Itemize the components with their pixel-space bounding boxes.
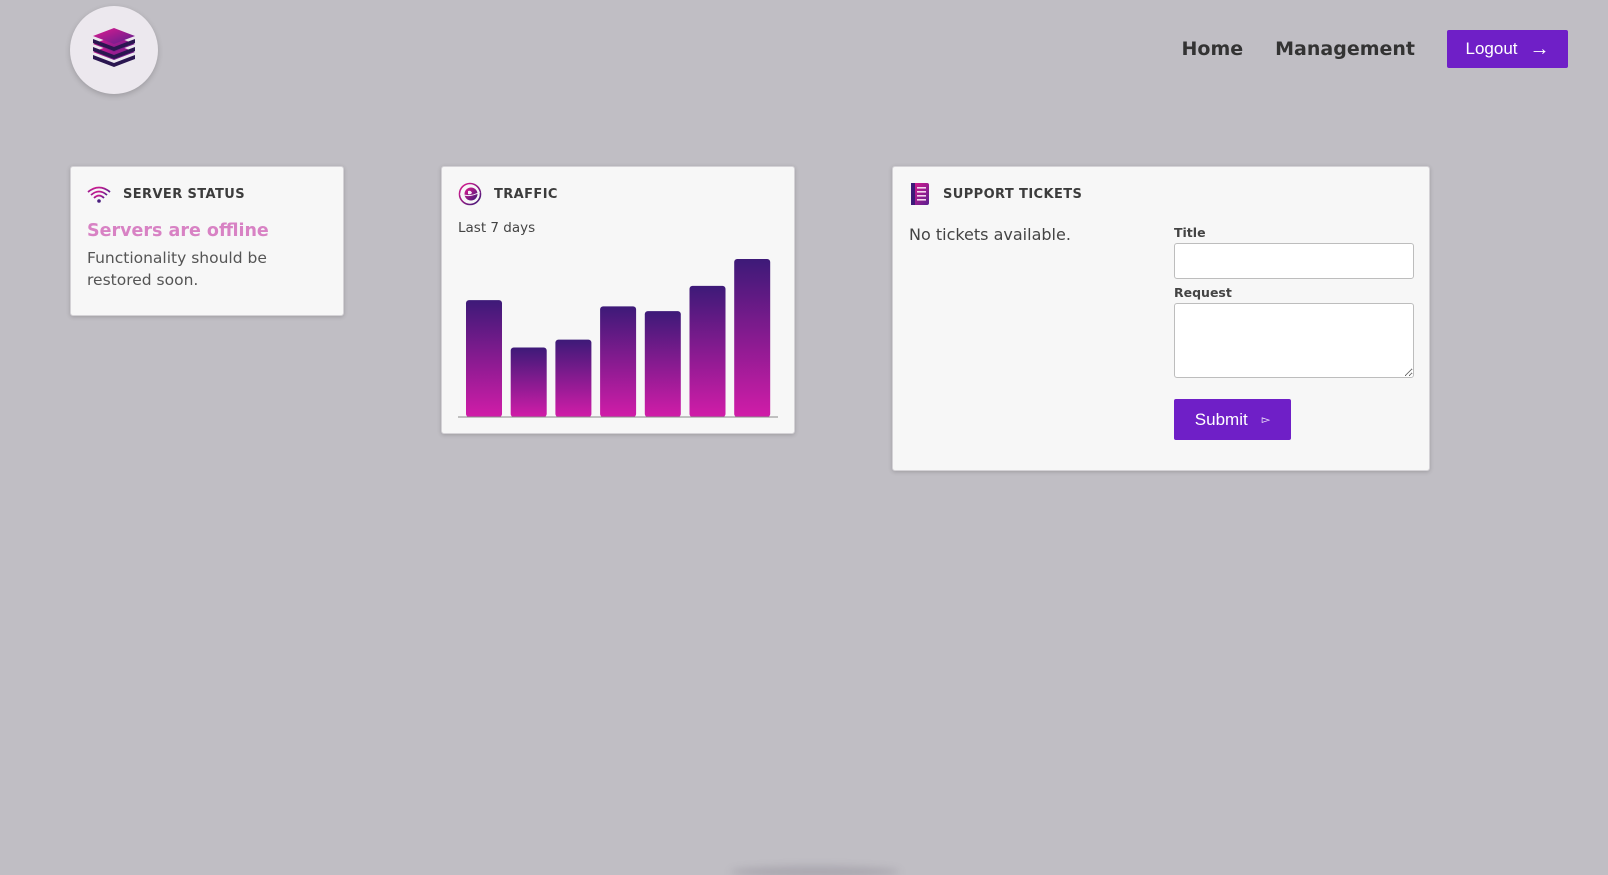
notebook-icon: [911, 183, 929, 205]
footer-shadow: [730, 866, 900, 875]
request-textarea[interactable]: [1174, 303, 1414, 378]
traffic-card: TRAFFIC Last 7 days: [441, 166, 795, 434]
traffic-bar-4: [600, 306, 637, 417]
send-icon: ▻: [1261, 414, 1271, 426]
server-status-headline: Servers are offline: [87, 221, 269, 241]
ticket-form: Title Request Submit ▻: [1174, 225, 1414, 440]
title-label: Title: [1174, 225, 1206, 240]
server-status-card: SERVER STATUS Servers are offline Functi…: [70, 166, 344, 316]
traffic-bar-1: [466, 300, 502, 417]
wifi-icon: [87, 186, 111, 203]
arrow-right-icon: →: [1529, 38, 1550, 60]
traffic-bar-5: [644, 311, 681, 417]
submit-button[interactable]: Submit ▻: [1174, 399, 1291, 440]
nav-management-link[interactable]: Management: [1275, 30, 1415, 68]
traffic-bar-2: [510, 347, 547, 417]
top-nav: Home Management Logout →: [1182, 30, 1568, 68]
traffic-title: TRAFFIC: [494, 186, 558, 202]
submit-label: Submit: [1194, 409, 1248, 429]
traffic-bar-6: [689, 285, 726, 417]
server-status-message: Functionality should be restored soon.: [87, 249, 267, 289]
server-status-title: SERVER STATUS: [123, 186, 245, 202]
logo[interactable]: [70, 6, 158, 94]
globe-icon: [458, 182, 482, 206]
traffic-bar-3: [555, 339, 592, 417]
logout-label: Logout: [1465, 39, 1518, 58]
traffic-period-label: Last 7 days: [458, 220, 536, 236]
empty-tickets-message: No tickets available.: [909, 225, 1071, 244]
traffic-bar-chart: [458, 259, 778, 418]
logout-button[interactable]: Logout →: [1447, 30, 1568, 68]
support-tickets-card: SUPPORT TICKETS No tickets available. Ti…: [892, 166, 1430, 471]
support-tickets-title: SUPPORT TICKETS: [943, 186, 1083, 202]
layer-stack-icon: [93, 28, 135, 67]
nav-home-link[interactable]: Home: [1182, 30, 1244, 68]
request-label: Request: [1174, 285, 1232, 300]
title-input[interactable]: [1174, 243, 1414, 279]
dashboard-page: Home Management Logout → SERVER STATUS S…: [0, 0, 1608, 875]
traffic-bar-7: [734, 259, 771, 417]
